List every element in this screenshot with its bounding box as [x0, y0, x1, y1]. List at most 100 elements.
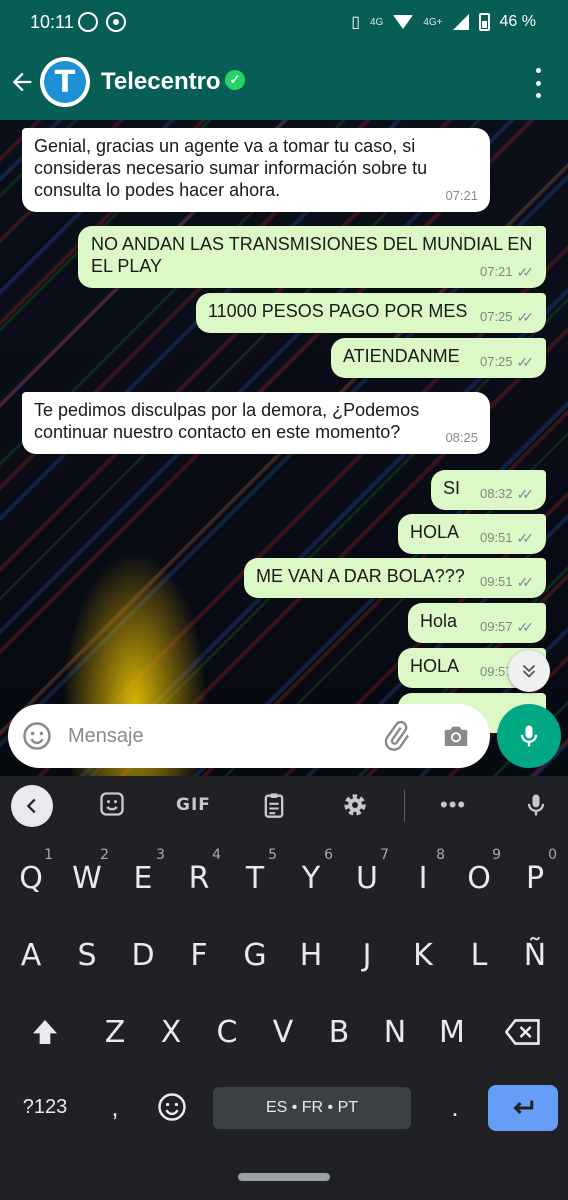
sticker-icon[interactable] [98, 790, 126, 818]
read-ticks-icon: ✓✓ [516, 574, 535, 590]
key-label: E [133, 860, 153, 896]
key-v[interactable]: V [257, 997, 309, 1067]
key-c[interactable]: C [201, 997, 253, 1067]
shift-key[interactable] [20, 1000, 70, 1064]
enter-key[interactable] [488, 1085, 558, 1131]
key-hint: 7 [380, 847, 389, 863]
key-m[interactable]: M [426, 997, 478, 1067]
emoji-key[interactable] [152, 1088, 192, 1126]
key-hint: 5 [268, 847, 277, 863]
key-hint: 9 [492, 847, 501, 863]
message-text: SI [443, 478, 461, 498]
key-r[interactable]: R4 [173, 843, 225, 913]
toolbar-divider [404, 790, 405, 822]
message-outgoing[interactable]: 11000 PESOS PAGO POR MES 07:25 ✓✓ [196, 293, 546, 333]
comma-key[interactable]: , [100, 1088, 130, 1126]
wifi-icon [393, 15, 414, 29]
contact-avatar[interactable]: T [40, 57, 90, 107]
key-e[interactable]: E3 [117, 843, 169, 913]
key-p[interactable]: P0 [509, 843, 561, 913]
keyboard-collapse-button[interactable] [11, 785, 53, 827]
key-label: Q [19, 860, 43, 896]
key-t[interactable]: T5 [229, 843, 281, 913]
message-time: 07:21 [445, 188, 478, 203]
message-outgoing[interactable]: NO ANDAN LAS TRANSMISIONES DEL MUNDIAL E… [78, 226, 546, 288]
more-options-button[interactable] [528, 68, 548, 98]
key-l[interactable]: L [453, 920, 505, 990]
message-time: 08:25 [445, 430, 478, 445]
gear-icon[interactable] [340, 790, 370, 820]
key-label: T [245, 860, 265, 896]
more-dots-icon[interactable]: ••• [440, 792, 466, 818]
microphone-icon [520, 725, 538, 747]
microphone-button[interactable] [497, 704, 561, 768]
gesture-nav-pill[interactable] [238, 1173, 330, 1181]
read-ticks-icon: ✓✓ [516, 309, 535, 325]
message-time: 09:51 [479, 574, 513, 589]
key-o[interactable]: O9 [453, 843, 505, 913]
key-i[interactable]: I8 [397, 843, 449, 913]
soccer-ball-icon [106, 12, 126, 32]
key-q[interactable]: Q1 [5, 843, 57, 913]
message-input[interactable]: Mensaje [8, 704, 490, 768]
backspace-icon [505, 1019, 540, 1045]
dot-icon [535, 80, 541, 86]
paperclip-icon[interactable] [380, 720, 412, 752]
double-chevron-down-icon [522, 664, 536, 678]
key-g[interactable]: G [229, 920, 281, 990]
message-placeholder: Mensaje [68, 725, 144, 747]
message-incoming[interactable]: Genial, gracias un agente va a tomar tu … [22, 128, 490, 212]
camera-icon[interactable] [440, 721, 472, 751]
key-x[interactable]: X [145, 997, 197, 1067]
message-text: Te pedimos disculpas por la demora, ¿Pod… [34, 400, 420, 442]
message-outgoing[interactable]: ATIENDANME 07:25 ✓✓ [331, 338, 546, 378]
key-hint: 8 [436, 847, 445, 863]
message-text: ME VAN A DAR BOLA??? [256, 566, 465, 586]
key-n[interactable]: N [369, 997, 421, 1067]
network-type-1: 4G [370, 16, 384, 28]
key-j[interactable]: J [341, 920, 393, 990]
key-enye[interactable]: Ñ [509, 920, 561, 990]
message-outgoing[interactable]: SI 08:32 ✓✓ [431, 470, 546, 510]
backspace-key[interactable] [498, 1012, 548, 1052]
scroll-to-bottom-button[interactable] [508, 650, 550, 692]
message-outgoing[interactable]: Hola 09:57 ✓✓ [408, 603, 546, 643]
emoji-icon[interactable] [22, 721, 52, 751]
key-label: O [467, 860, 491, 896]
smiley-icon [158, 1093, 186, 1121]
contact-name[interactable]: Telecentro [101, 68, 221, 96]
key-b[interactable]: B [313, 997, 365, 1067]
clipboard-icon[interactable] [260, 790, 288, 820]
read-ticks-icon: ✓✓ [516, 530, 535, 546]
key-k[interactable]: K [397, 920, 449, 990]
key-h[interactable]: H [285, 920, 337, 990]
dot-icon [535, 93, 541, 98]
key-z[interactable]: Z [89, 997, 141, 1067]
key-label: I [418, 860, 428, 896]
message-text: NO ANDAN LAS TRANSMISIONES DEL MUNDIAL E… [91, 234, 533, 276]
read-ticks-icon: ✓✓ [516, 619, 535, 635]
key-u[interactable]: U7 [341, 843, 393, 913]
dot-icon [535, 68, 541, 73]
key-a[interactable]: A [5, 920, 57, 990]
chat-area[interactable]: Genial, gracias un agente va a tomar tu … [0, 120, 568, 776]
message-outgoing[interactable]: ME VAN A DAR BOLA??? 09:51 ✓✓ [244, 558, 546, 598]
period-key[interactable]: . [440, 1088, 470, 1126]
key-label: Y [301, 860, 321, 896]
symbols-key[interactable]: ?123 [10, 1088, 80, 1126]
message-incoming[interactable]: Te pedimos disculpas por la demora, ¿Pod… [22, 392, 490, 454]
gif-button[interactable]: GIF [176, 795, 211, 815]
key-s[interactable]: S [61, 920, 113, 990]
key-y[interactable]: Y6 [285, 843, 337, 913]
voice-input-icon[interactable] [522, 789, 550, 821]
key-d[interactable]: D [117, 920, 169, 990]
key-label: U [356, 860, 378, 896]
chevron-left-icon [26, 798, 36, 814]
message-text: ATIENDANME [343, 346, 460, 366]
message-outgoing[interactable]: HOLA 09:51 ✓✓ [398, 514, 546, 554]
key-hint: 2 [100, 847, 109, 863]
key-f[interactable]: F [173, 920, 225, 990]
back-button[interactable] [8, 68, 40, 96]
space-bar[interactable]: ES • FR • PT [213, 1087, 411, 1129]
key-w[interactable]: W2 [61, 843, 113, 913]
